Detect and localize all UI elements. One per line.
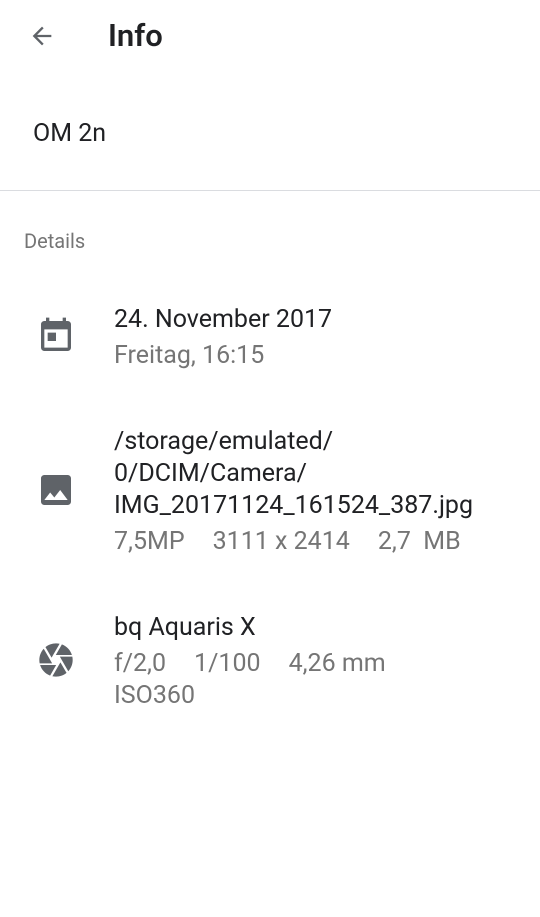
camera-model: bq Aquaris X: [114, 613, 256, 642]
item-name: OM 2n: [33, 119, 107, 148]
file-meta: 7,5MP 3111 x 2414 2,7 MB: [114, 526, 534, 558]
camera-iso: ISO360: [114, 681, 195, 710]
camera-settings: f/2,0 1/100 4,26 mm: [114, 648, 524, 680]
file-path-line: /storage/emulated/: [114, 427, 334, 456]
file-path-line: 0/DCIM/Camera/: [114, 459, 307, 488]
camera-aperture: f/2,0: [114, 649, 167, 678]
app-bar: Info: [0, 0, 540, 74]
file-path-line: IMG_20171124_161524_387.jpg: [114, 491, 473, 520]
details-section-header: Details: [24, 229, 86, 253]
back-button[interactable]: [22, 16, 62, 56]
date-detail-row: 24. November 2017 Freitag, 16:15: [0, 304, 540, 378]
divider: [0, 190, 540, 191]
date-primary: 24. November 2017: [114, 305, 333, 334]
file-resolution: 7,5MP: [114, 527, 185, 556]
camera-shutter-icon: [36, 640, 76, 680]
calendar-icon: [36, 316, 76, 356]
image-icon: [36, 470, 76, 510]
date-secondary: Freitag, 16:15: [114, 341, 265, 370]
date-text: 24. November 2017 Freitag, 16:15: [114, 304, 524, 372]
arrow-back-icon: [32, 26, 52, 46]
camera-focal-length: 4,26 mm: [288, 649, 386, 678]
page-title: Info: [108, 17, 163, 54]
camera-detail-row: bq Aquaris X f/2,0 1/100 4,26 mm ISO360: [0, 612, 540, 716]
file-path: /storage/emulated/ 0/DCIM/Camera/ IMG_20…: [114, 426, 534, 522]
file-text: /storage/emulated/ 0/DCIM/Camera/ IMG_20…: [114, 426, 534, 558]
file-detail-row: /storage/emulated/ 0/DCIM/Camera/ IMG_20…: [0, 426, 540, 562]
camera-text: bq Aquaris X f/2,0 1/100 4,26 mm ISO360: [114, 612, 524, 712]
file-dimensions: 3111 x 2414: [212, 527, 350, 556]
camera-exposure: 1/100: [194, 649, 261, 678]
file-size: 2,7 MB: [377, 527, 461, 556]
